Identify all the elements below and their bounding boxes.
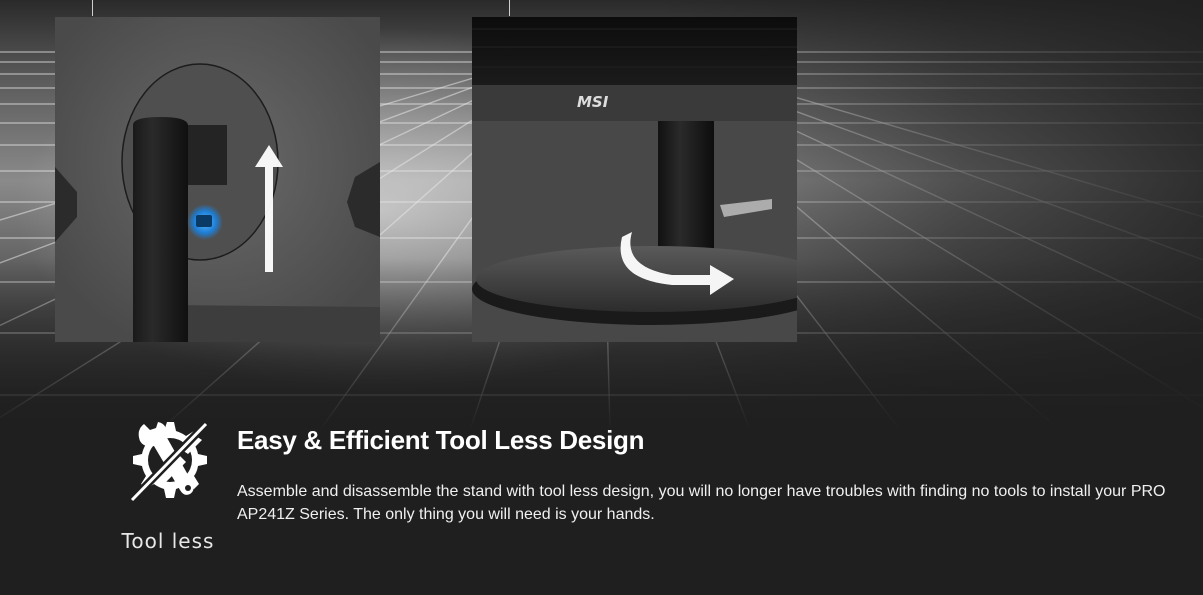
feature-section: Tool less Easy & Efficient Tool Less Des… (0, 400, 1203, 595)
badge-label: Tool less (121, 529, 215, 553)
page: MSI Tool less Easy & Efficient Tool Less… (0, 0, 1203, 595)
stand-swivel-image: MSI (472, 17, 797, 342)
stand-height-adjust-image (55, 17, 380, 342)
feature-title: Easy & Efficient Tool Less Design (237, 425, 645, 455)
msi-logo: MSI (577, 93, 609, 111)
feature-description: Assemble and disassemble the stand with … (237, 483, 1166, 523)
tool-less-badge: Tool less (118, 416, 218, 553)
left-hanger-line (92, 0, 93, 16)
right-hanger-line (509, 0, 510, 16)
wrench-gear-crossed-icon (122, 416, 212, 506)
